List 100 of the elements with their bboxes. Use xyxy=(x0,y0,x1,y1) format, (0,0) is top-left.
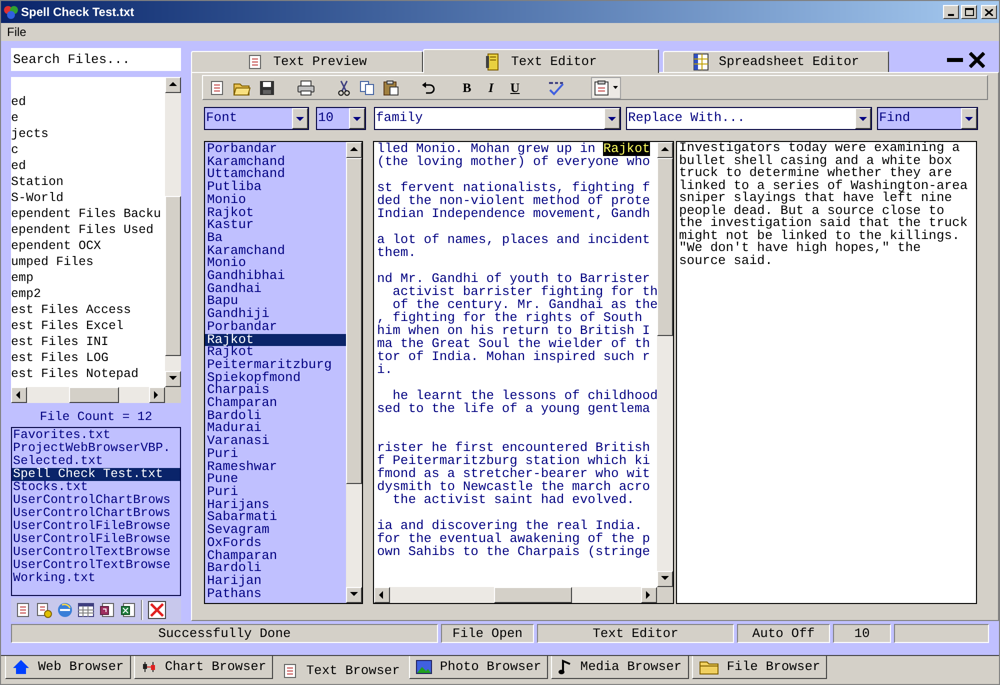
scrollbar-thumb[interactable] xyxy=(657,158,673,336)
word-item[interactable]: Varanasi xyxy=(205,435,346,448)
word-item[interactable]: Harijan xyxy=(205,574,346,588)
document-entry[interactable]: UserControlFileBrowse xyxy=(12,520,180,534)
scrollbar-thumb[interactable] xyxy=(346,158,362,484)
document-entry[interactable]: UserControlTextBrowse xyxy=(12,559,180,572)
word-item[interactable]: Porbandar xyxy=(205,320,346,334)
word-item[interactable]: Porbandar xyxy=(205,143,346,156)
table-icon[interactable] xyxy=(78,602,94,618)
folder-item[interactable]: e xyxy=(11,110,165,126)
search-dropdown[interactable]: family xyxy=(374,107,621,130)
scrollbar-thumb[interactable] xyxy=(69,387,119,404)
font-size-dropdown[interactable]: 10 xyxy=(316,107,366,130)
slide-document-icon[interactable] xyxy=(99,602,115,618)
folder-item[interactable]: ependent Files Used xyxy=(11,222,165,238)
text-editor[interactable] xyxy=(373,141,674,604)
document-entry[interactable]: ProjectWebBrowserVBP. xyxy=(12,442,180,456)
word-item[interactable]: Bardoli xyxy=(205,410,346,422)
folder-item[interactable]: est Files LOG xyxy=(11,350,165,366)
replace-dropdown[interactable]: Replace With... xyxy=(626,107,872,130)
scroll-right-button[interactable] xyxy=(641,587,657,603)
bold-button[interactable]: B xyxy=(459,78,475,98)
folder-item[interactable]: est Files Access xyxy=(11,302,165,318)
scroll-left-button[interactable] xyxy=(11,387,27,404)
italic-button[interactable]: I xyxy=(483,78,499,98)
word-item[interactable]: Putliba xyxy=(205,181,346,194)
word-item[interactable]: Monio xyxy=(205,194,346,207)
word-item[interactable]: Pathans xyxy=(205,588,346,600)
document-entry[interactable]: UserControlChartBrows xyxy=(12,494,180,508)
word-item[interactable]: Rajkot xyxy=(205,346,346,359)
close-icon[interactable] xyxy=(148,601,166,620)
document-entry[interactable]: UserControlFileBrowse xyxy=(12,533,180,546)
word-item[interactable]: Puri xyxy=(205,448,346,461)
word-item[interactable]: Puri xyxy=(205,486,346,499)
document-icon[interactable] xyxy=(15,602,31,618)
folder-item[interactable]: est Files Excel xyxy=(11,318,165,334)
word-item[interactable]: Rameshwar xyxy=(205,460,346,474)
word-item[interactable]: Ba xyxy=(205,232,346,245)
folder-item[interactable]: ed xyxy=(11,158,165,174)
word-item[interactable]: Rajkot xyxy=(205,334,346,346)
word-item[interactable]: Gandhiji xyxy=(205,308,346,321)
search-field[interactable]: Search Files... xyxy=(11,48,181,71)
document-entry[interactable]: Working.txt xyxy=(12,572,180,586)
scroll-up-button[interactable] xyxy=(657,142,673,158)
word-item[interactable]: Kastur xyxy=(205,219,346,232)
word-item[interactable]: Madurai xyxy=(205,422,346,436)
word-item[interactable]: Champaran xyxy=(205,397,346,410)
scrollbar-thumb[interactable] xyxy=(494,587,572,603)
menu-item[interactable]: File xyxy=(7,23,26,41)
word-list[interactable] xyxy=(204,141,363,604)
folder-item[interactable]: c xyxy=(11,142,165,158)
taskbar-tab[interactable]: Web Browser xyxy=(5,656,131,679)
scroll-down-button[interactable] xyxy=(165,371,181,388)
underline-button[interactable]: U xyxy=(507,78,523,98)
editor-tab[interactable]: Text Preview xyxy=(191,51,423,72)
word-item[interactable]: Gandhai xyxy=(205,282,346,296)
folder-item[interactable]: ependent Files Backu xyxy=(11,206,165,222)
word-item[interactable]: Bapu xyxy=(205,295,346,308)
scroll-down-button[interactable] xyxy=(657,571,673,587)
scroll-right-button[interactable] xyxy=(149,387,165,404)
document-entry[interactable]: Stocks.txt xyxy=(12,481,180,494)
editor-tab[interactable]: Text Editor xyxy=(423,49,659,73)
folder-item[interactable]: est Files Notepad xyxy=(11,366,165,382)
folder-item[interactable]: Station xyxy=(11,174,165,190)
word-item[interactable]: Harijans xyxy=(205,498,346,512)
folder-item[interactable]: ed xyxy=(11,94,165,110)
maximize-button[interactable] xyxy=(961,5,977,19)
document-entry[interactable]: Selected.txt xyxy=(12,455,180,468)
word-item[interactable]: Peitermaritzburg xyxy=(205,358,346,372)
word-item[interactable]: Pune xyxy=(205,473,346,486)
document-entry[interactable]: Favorites.txt xyxy=(12,429,180,442)
word-item[interactable]: Bardoli xyxy=(205,562,346,575)
close-button[interactable] xyxy=(981,5,997,19)
close-icon[interactable] xyxy=(969,52,985,68)
scrollbar-thumb[interactable] xyxy=(165,196,181,356)
word-item[interactable]: Monio xyxy=(205,257,346,270)
word-item[interactable]: Karamchand xyxy=(205,244,346,258)
find-dropdown[interactable]: Find xyxy=(877,107,978,130)
paste-special-button[interactable] xyxy=(591,76,621,98)
folder-item[interactable]: est Files INI xyxy=(11,334,165,350)
folder-item[interactable]: emp xyxy=(11,270,165,286)
word-item[interactable]: Rajkot xyxy=(205,206,346,220)
folder-item[interactable]: ependent OCX xyxy=(11,238,165,254)
taskbar-tab[interactable]: Media Browser xyxy=(551,656,689,679)
file-list[interactable] xyxy=(11,427,181,596)
word-item[interactable]: Sevagram xyxy=(205,524,346,537)
taskbar-tab[interactable]: Photo Browser xyxy=(408,656,548,679)
word-item[interactable]: Gandhibhai xyxy=(205,270,346,283)
word-item[interactable]: Champaran xyxy=(205,550,346,562)
folder-item[interactable]: jects xyxy=(11,126,165,142)
spreadsheet-document-icon[interactable] xyxy=(120,602,136,618)
taskbar-tab[interactable]: Chart Browser xyxy=(134,656,274,679)
document-entry[interactable]: Spell Check Test.txt xyxy=(12,468,180,482)
scroll-up-button[interactable] xyxy=(165,76,181,93)
minimize-button[interactable] xyxy=(943,5,959,19)
word-item[interactable]: Spiekopfmond xyxy=(205,372,346,384)
font-dropdown[interactable]: Font xyxy=(204,107,309,130)
word-item[interactable]: Karamchand xyxy=(205,156,346,168)
word-item[interactable]: Uttamchand xyxy=(205,168,346,182)
folder-item[interactable]: emp2 xyxy=(11,286,165,302)
